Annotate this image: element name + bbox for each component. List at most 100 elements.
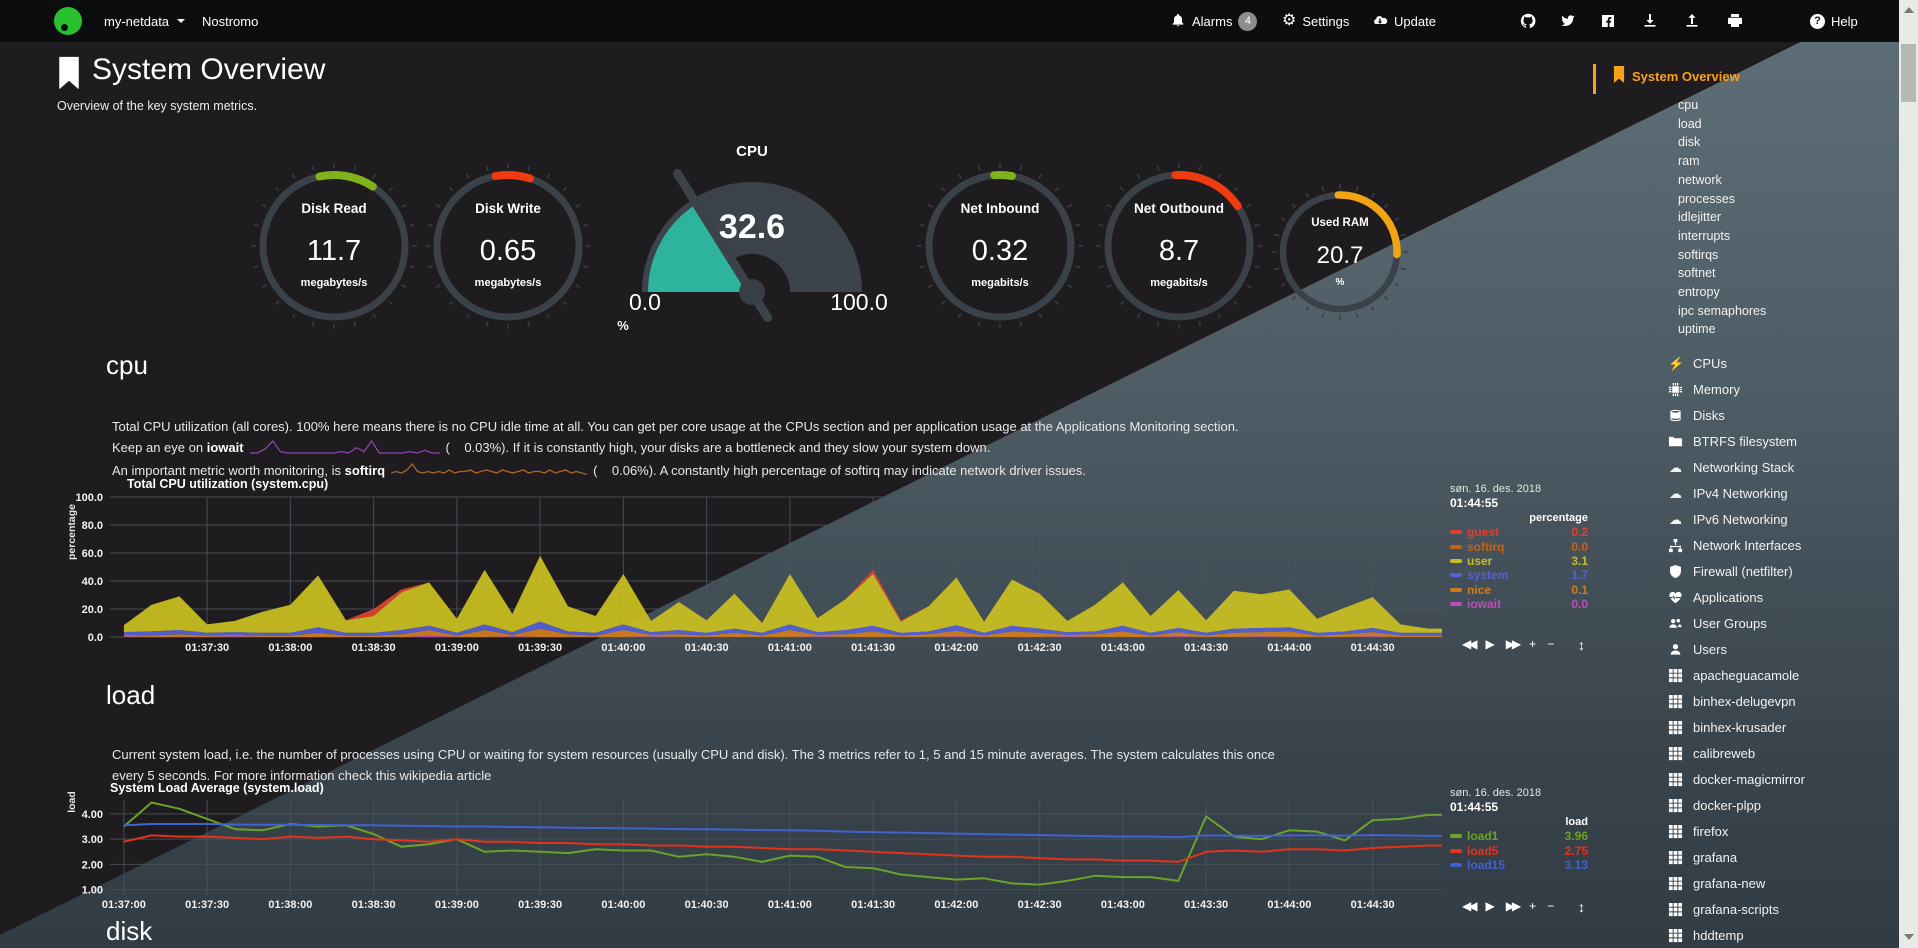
svg-text:01:44:00: 01:44:00 [1267, 642, 1311, 654]
facebook-button[interactable] [1600, 0, 1616, 42]
gauge-used-ram[interactable]: Used RAM20.7% [1270, 182, 1410, 322]
svg-text:100.0: 100.0 [75, 492, 103, 504]
scrollbar-down-arrow[interactable] [1904, 934, 1914, 940]
sidebar-anchor-uptime[interactable]: uptime [1678, 322, 1716, 336]
sidebar-item-firefox[interactable]: firefox [1668, 824, 1728, 839]
sidebar-anchor-processes[interactable]: processes [1678, 192, 1735, 206]
sidebar-item-binhex-delugevpn[interactable]: binhex-delugevpn [1668, 694, 1796, 709]
update-button[interactable]: Update [1372, 0, 1436, 42]
sidebar-anchor-softirqs[interactable]: softirqs [1678, 248, 1718, 262]
sidebar-item-user-groups[interactable]: User Groups [1668, 616, 1767, 631]
gauge-net-outbound[interactable]: Net Outbound8.7megabits/s [1094, 161, 1264, 331]
play-button[interactable]: ▶ [1485, 637, 1494, 651]
sidebar-item-firewall-netfilter-[interactable]: Firewall (netfilter) [1668, 564, 1793, 579]
legend-item-load1[interactable]: load13.96 [1450, 829, 1588, 843]
twitter-button[interactable] [1560, 0, 1576, 42]
sidebar-item-binhex-krusader[interactable]: binhex-krusader [1668, 720, 1786, 735]
sidebar-anchor-ipc-semaphores[interactable]: ipc semaphores [1678, 304, 1766, 318]
sidebar-item-users[interactable]: Users [1668, 642, 1727, 657]
svg-text:01:37:30: 01:37:30 [185, 899, 229, 911]
cpu-chart-resize-handle[interactable]: ↕ [1578, 637, 1585, 653]
gauge-disk-read[interactable]: Disk Read11.7megabytes/s [249, 161, 419, 331]
gear-icon: ⚙ [1282, 13, 1296, 29]
pan-forward-button[interactable]: ▶▶ [1506, 637, 1518, 651]
sidebar-item-network-interfaces[interactable]: Network Interfaces [1668, 538, 1801, 553]
legend-series-value: 0.0 [1571, 597, 1588, 611]
print-button[interactable] [1727, 0, 1743, 42]
sidebar-anchor-softnet[interactable]: softnet [1678, 266, 1716, 280]
sidebar-item-ipv6-networking[interactable]: ☁IPv6 Networking [1668, 512, 1788, 527]
section-heading-load: load [106, 680, 155, 711]
legend-item-load5[interactable]: load52.75 [1450, 843, 1588, 857]
sidebar-item-grafana-scripts[interactable]: grafana-scripts [1668, 902, 1779, 917]
netdata-dashboard: System Overview Overview of the key syst… [0, 0, 1918, 948]
sidebar-anchor-disk[interactable]: disk [1678, 135, 1700, 149]
scrollbar-up-arrow[interactable] [1904, 7, 1914, 13]
sidebar-item-label: CPUs [1693, 356, 1727, 371]
sidebar-item-grafana[interactable]: grafana [1668, 850, 1737, 865]
sidebar-item-disks[interactable]: Disks [1668, 408, 1725, 423]
sidebar-item-grafana-new[interactable]: grafana-new [1668, 876, 1765, 891]
load-chart-resize-handle[interactable]: ↕ [1578, 899, 1585, 915]
legend-item-system[interactable]: system1.7 [1450, 568, 1588, 582]
gauge-net-inbound[interactable]: Net Inbound0.32megabits/s [915, 161, 1085, 331]
pan-backward-button[interactable]: ◀◀ [1462, 899, 1474, 913]
zoom-out-button[interactable]: − [1547, 899, 1554, 913]
sidebar-item-memory[interactable]: Memory [1668, 382, 1740, 397]
load-chart-toolbar: ◀◀▶▶▶+− [1462, 899, 1554, 913]
sidebar-item-applications[interactable]: Applications [1668, 590, 1763, 605]
page-scrollbar[interactable] [1899, 0, 1918, 948]
sidebar-anchor-ram[interactable]: ram [1678, 154, 1700, 168]
sidebar-item-calibreweb[interactable]: calibreweb [1668, 746, 1755, 761]
play-button[interactable]: ▶ [1485, 899, 1494, 913]
legend-item-softirq[interactable]: softirq0.0 [1450, 539, 1588, 553]
svg-text:01:40:30: 01:40:30 [685, 899, 729, 911]
gauge-disk-write[interactable]: Disk Write0.65megabytes/s [423, 161, 593, 331]
sidebar-anchor-cpu[interactable]: cpu [1678, 98, 1698, 112]
legend-series-value: 0.1 [1571, 583, 1588, 597]
sidebar-anchor-load[interactable]: load [1678, 117, 1702, 131]
sidebar-item-docker-plpp[interactable]: docker-plpp [1668, 798, 1761, 813]
legend-item-iowait[interactable]: iowait0.0 [1450, 597, 1588, 611]
zoom-in-button[interactable]: + [1529, 637, 1536, 651]
sidebar-item-ipv4-networking[interactable]: ☁IPv4 Networking [1668, 486, 1788, 501]
legend-item-nice[interactable]: nice0.1 [1450, 583, 1588, 597]
legend-item-user[interactable]: user3.1 [1450, 554, 1588, 568]
help-button[interactable]: ?Help [1810, 0, 1858, 42]
svg-text:megabytes/s: megabytes/s [475, 277, 542, 289]
github-button[interactable] [1520, 0, 1536, 42]
pan-backward-button[interactable]: ◀◀ [1462, 637, 1474, 651]
legend-unit-label: load [1450, 816, 1588, 829]
import-upload-button[interactable] [1684, 0, 1700, 42]
sidebar-item-system-overview[interactable]: System Overview [1632, 69, 1740, 84]
hostname-dropdown[interactable]: my-netdata [104, 0, 185, 42]
load-chart[interactable]: 1.002.003.004.0001:37:0001:37:3001:38:00… [60, 794, 1455, 916]
sidebar-item-apacheguacamole[interactable]: apacheguacamole [1668, 668, 1799, 683]
chip-icon [1668, 382, 1683, 397]
netdata-logo-icon[interactable] [54, 7, 82, 35]
sidebar-item-hddtemp[interactable]: hddtemp [1668, 928, 1744, 943]
sidebar-item-label: calibreweb [1693, 746, 1755, 761]
sidebar-anchor-idlejitter[interactable]: idlejitter [1678, 210, 1721, 224]
pan-forward-button[interactable]: ▶▶ [1506, 899, 1518, 913]
sidebar-item-cpus[interactable]: ⚡CPUs [1668, 356, 1727, 371]
sidebar-item-btrfs-filesystem[interactable]: BTRFS filesystem [1668, 434, 1797, 449]
settings-button[interactable]: ⚙Settings [1282, 0, 1349, 42]
scrollbar-thumb[interactable] [1901, 44, 1916, 102]
sidebar-item-docker-magicmirror[interactable]: docker-magicmirror [1668, 772, 1805, 787]
zoom-in-button[interactable]: + [1529, 899, 1536, 913]
sidebar-item-networking-stack[interactable]: ☁Networking Stack [1668, 460, 1794, 475]
sidebar-anchor-network[interactable]: network [1678, 173, 1722, 187]
sidebar-anchor-interrupts[interactable]: interrupts [1678, 229, 1730, 243]
legend-item-load15[interactable]: load153.13 [1450, 858, 1588, 872]
sidebar-anchor-entropy[interactable]: entropy [1678, 285, 1720, 299]
cpu-chart[interactable]: 0.020.040.060.080.0100.001:37:3001:38:00… [60, 490, 1455, 660]
legend-series-name: softirq [1467, 540, 1571, 554]
gauge-cpu[interactable]: 32.60.0100.0% [607, 158, 897, 353]
alarms-button[interactable]: Alarms4 [1170, 0, 1257, 42]
legend-series-name: load5 [1467, 844, 1565, 858]
zoom-out-button[interactable]: − [1547, 637, 1554, 651]
export-download-button[interactable] [1642, 0, 1658, 42]
legend-item-guest[interactable]: guest0.2 [1450, 525, 1588, 539]
upload-icon [1684, 13, 1700, 29]
